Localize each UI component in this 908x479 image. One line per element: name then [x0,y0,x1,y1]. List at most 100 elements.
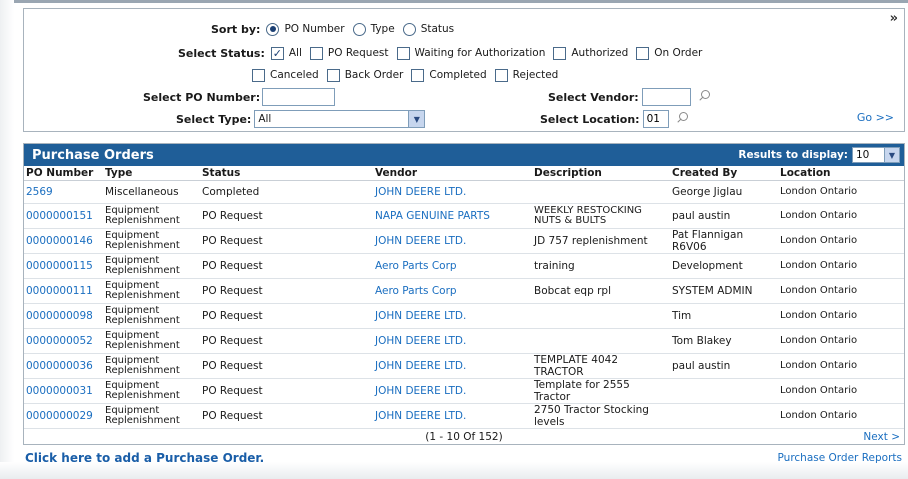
po-number-link[interactable]: 0000000098 [24,303,103,329]
table-row: 0000000098 Equipment Replenishment PO Re… [24,303,904,329]
status-canceled[interactable]: Canceled [252,68,319,82]
column-header-type[interactable]: Type [103,166,200,181]
po-number-input[interactable] [262,88,336,106]
vendor-link[interactable]: JOHN DEERE LTD. [373,303,532,329]
checkbox-rejected[interactable] [494,68,508,82]
status-option-label: Waiting for Authorization [414,47,546,59]
created-by-cell: paul austin [670,203,778,229]
status-cell: PO Request [200,203,373,229]
location-row: Select Location: [540,110,691,128]
sort-option-status[interactable]: Status [402,22,454,36]
vendor-link[interactable]: Aero Parts Corp [373,253,532,279]
vendor-link[interactable]: JOHN DEERE LTD. [373,403,532,429]
status-option-label: Completed [429,69,487,81]
vendor-link[interactable]: JOHN DEERE LTD. [373,353,532,379]
go-button[interactable]: Go >> [857,111,894,124]
description-cell [532,180,670,204]
status-all[interactable]: All [270,46,302,60]
vendor-link[interactable]: JOHN DEERE LTD. [373,228,532,254]
status-on-order[interactable]: On Order [636,46,702,60]
created-by-cell: George Jiglau [670,180,778,204]
sort-option-type[interactable]: Type [352,22,395,36]
checkbox-canceled[interactable] [252,68,265,82]
vendor-input[interactable] [641,88,691,106]
status-completed[interactable]: Completed [411,68,487,82]
radio-status[interactable] [402,22,416,36]
type-cell: Equipment Replenishment [103,228,200,254]
type-cell: Equipment Replenishment [103,328,200,354]
sort-option-po-number[interactable]: PO Number [266,22,345,36]
checkbox-on-order[interactable] [636,46,650,60]
sort-row: Sort by: PO Number Type Status [211,21,462,37]
status-cell: PO Request [200,378,373,404]
vendor-link[interactable]: JOHN DEERE LTD. [373,180,532,204]
table-header-row: PO Number Type Status Vendor Description… [24,166,904,181]
results-panel: Purchase Orders Results to display: 10 ▼… [23,143,905,445]
status-option-label: Back Order [344,69,404,81]
results-header-bar: Purchase Orders Results to display: 10 ▼ [24,144,904,166]
created-by-cell: Development [670,253,778,279]
vendor-link[interactable]: JOHN DEERE LTD. [373,328,532,354]
column-header-description[interactable]: Description [532,166,670,181]
vendor-search-icon[interactable] [695,89,713,105]
column-header-vendor[interactable]: Vendor [373,166,532,181]
type-text: Equipment Replenishment [105,304,180,326]
vendor-link[interactable]: JOHN DEERE LTD. [373,378,532,404]
description-cell: TEMPLATE 4042 TRACTOR [532,353,670,379]
column-header-location[interactable]: Location [778,166,904,181]
type-label: Select Type: [176,112,252,126]
checkbox-authorized[interactable] [553,46,567,60]
status-row-1: Select Status: All PO Request Waiting fo… [178,45,710,61]
radio-type[interactable] [352,22,366,36]
checkbox-completed[interactable] [411,68,425,82]
checkbox-all[interactable] [270,46,284,60]
type-select[interactable]: All ▼ [254,110,426,128]
type-text: Equipment Replenishment [105,379,180,401]
add-purchase-order-link[interactable]: Click here to add a Purchase Order. [25,451,264,465]
status-po-request[interactable]: PO Request [309,46,389,60]
po-number-link[interactable]: 0000000146 [24,228,103,254]
location-cell: London Ontario [778,328,904,354]
next-page-link[interactable]: Next > [863,431,900,443]
po-number-link[interactable]: 0000000031 [24,378,103,404]
vendor-link[interactable]: Aero Parts Corp [373,278,532,304]
po-number-link[interactable]: 2569 [24,180,103,204]
po-number-link[interactable]: 0000000036 [24,353,103,379]
po-number-link[interactable]: 0000000115 [24,253,103,279]
description-cell: WEEKLY RESTOCKING NUTS & BULTS [532,203,670,229]
results-display-select[interactable]: 10 ▼ [852,147,900,163]
table-row: 0000000031 Equipment Replenishment PO Re… [24,378,904,404]
location-search-icon[interactable] [673,111,691,127]
location-cell: London Ontario [778,228,904,254]
chevron-down-icon[interactable]: ▼ [408,111,425,127]
chevron-down-icon[interactable]: ▼ [884,148,899,162]
column-header-created-by[interactable]: Created By [670,166,778,181]
checkbox-waiting-authorization[interactable] [396,46,410,60]
column-header-po-number[interactable]: PO Number [24,166,103,181]
status-cell: PO Request [200,328,373,354]
status-rejected[interactable]: Rejected [494,68,558,82]
column-header-status[interactable]: Status [200,166,373,181]
purchase-order-reports-link[interactable]: Purchase Order Reports [778,452,902,464]
status-back-order[interactable]: Back Order [326,68,404,82]
status-authorized[interactable]: Authorized [553,46,628,60]
results-display-value: 10 [856,149,870,161]
status-waiting-authorization[interactable]: Waiting for Authorization [396,46,546,60]
checkbox-po-request[interactable] [309,46,323,60]
status-option-label: Canceled [270,69,319,81]
location-cell: London Ontario [778,180,904,204]
top-rule [0,0,908,3]
vendor-link[interactable]: NAPA GENUINE PARTS [373,203,532,229]
location-input[interactable] [642,110,669,128]
checkbox-back-order[interactable] [326,68,340,82]
po-number-row: Select PO Number: [143,88,336,106]
status-cell: PO Request [200,353,373,379]
location-cell: London Ontario [778,403,904,429]
po-number-link[interactable]: 0000000111 [24,278,103,304]
po-number-link[interactable]: 0000000029 [24,403,103,429]
left-shade [0,0,14,479]
po-number-link[interactable]: 0000000052 [24,328,103,354]
radio-po-number[interactable] [266,22,280,36]
collapse-panel-button[interactable]: » [890,12,898,25]
po-number-link[interactable]: 0000000151 [24,203,103,229]
